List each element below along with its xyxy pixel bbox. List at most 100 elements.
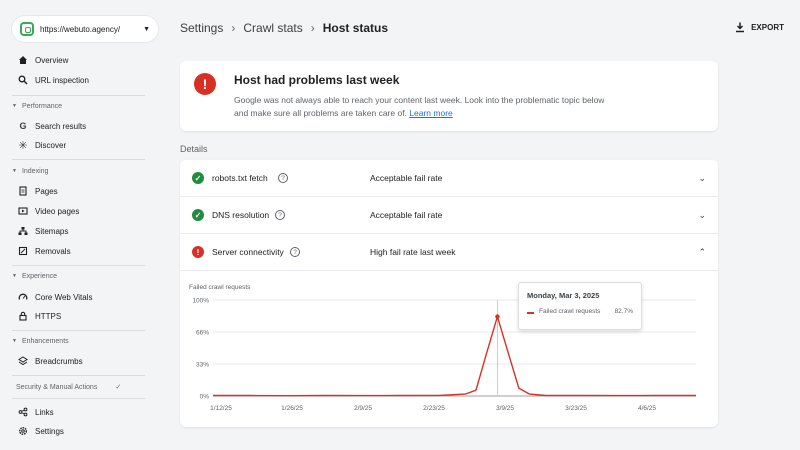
row-dns-resolution[interactable]: ✓ DNS resolution ? Acceptable fail rate …	[180, 197, 718, 234]
row-rate: Acceptable fail rate	[370, 210, 443, 220]
divider	[12, 159, 145, 160]
sidebar-item-label: Breadcrumbs	[35, 356, 83, 366]
sidebar-item-video-pages[interactable]: Video pages	[0, 202, 160, 220]
row-name: robots.txt fetch	[212, 173, 268, 183]
lock-icon	[18, 311, 28, 321]
learn-more-link[interactable]: Learn more	[409, 108, 452, 118]
section-experience[interactable]: ▼ Experience	[0, 269, 160, 283]
check-circle-icon: ✓	[192, 209, 204, 221]
sidebar-item-pages[interactable]: Pages	[0, 182, 160, 200]
home-icon	[18, 55, 28, 65]
download-icon	[736, 22, 745, 33]
error-icon: !	[194, 73, 216, 95]
section-title: Enhancements	[21, 337, 69, 345]
alert-title: Host had problems last week	[234, 73, 400, 87]
export-button[interactable]: EXPORT	[735, 22, 784, 33]
row-name: Server connectivity	[212, 247, 284, 257]
sidebar-item-https[interactable]: HTTPS	[0, 307, 160, 325]
triangle-down-icon: ▼	[12, 338, 17, 344]
sitemaps-icon	[18, 226, 28, 236]
sidebar-item-overview[interactable]: Overview	[0, 51, 160, 69]
sidebar-item-label: URL inspection	[35, 75, 89, 85]
property-url: https://webuto.agency/	[40, 24, 121, 34]
row-robots-fetch[interactable]: ✓ robots.txt fetch ? Acceptable fail rat…	[180, 160, 718, 197]
section-security[interactable]: Security & Manual Actions ✓	[0, 380, 160, 394]
section-indexing[interactable]: ▼ Indexing	[0, 164, 160, 178]
row-server-connectivity[interactable]: ! Server connectivity ? High fail rate l…	[180, 234, 718, 271]
row-rate: High fail rate last week	[370, 247, 456, 257]
section-title: Performance	[21, 102, 63, 110]
breadcrumb: Settings › Crawl stats › Host status	[180, 21, 388, 35]
details-card: ✓ robots.txt fetch ? Acceptable fail rat…	[180, 160, 718, 427]
help-icon[interactable]: ?	[275, 210, 285, 220]
sidebar-item-search-results[interactable]: G Search results	[0, 117, 160, 135]
section-performance[interactable]: ▼ Performance	[0, 99, 160, 113]
chevron-right-icon: ›	[231, 21, 236, 35]
y-tick-label: 66%	[196, 330, 209, 337]
sidebar-item-discover[interactable]: ✳ Discover	[0, 136, 160, 154]
gauge-icon	[18, 292, 28, 302]
sidebar-item-removals[interactable]: Removals	[0, 242, 160, 260]
sidebar-item-breadcrumbs[interactable]: Breadcrumbs	[0, 352, 160, 370]
removals-icon	[18, 246, 28, 256]
divider	[12, 265, 145, 266]
divider	[12, 330, 145, 331]
help-icon[interactable]: ?	[290, 247, 300, 257]
triangle-down-icon: ▼	[12, 273, 17, 279]
error-icon: !	[192, 246, 204, 258]
section-title: Security & Manual Actions	[16, 383, 98, 391]
layers-icon	[18, 356, 28, 366]
row-rate: Acceptable fail rate	[370, 173, 443, 183]
sidebar-item-links[interactable]: Links	[0, 403, 160, 421]
property-selector[interactable]: https://webuto.agency/ ▼	[12, 16, 158, 42]
sidebar-item-label: Pages	[35, 186, 58, 196]
x-tick-label: 2/9/25	[354, 405, 372, 412]
help-icon[interactable]: ?	[278, 173, 288, 183]
highlight-point	[495, 314, 500, 319]
x-tick-label: 4/6/25	[638, 405, 656, 412]
sidebar-item-url-inspection[interactable]: URL inspection	[0, 71, 160, 89]
link-icon	[18, 407, 28, 417]
sidebar-item-label: Search results	[35, 121, 87, 131]
sidebar-item-label: Video pages	[35, 206, 80, 216]
tooltip-series: Failed crawl requests	[539, 308, 601, 315]
check-circle-icon: ✓	[192, 172, 204, 184]
page-title: Host status	[322, 21, 389, 35]
sidebar-item-core-web-vitals[interactable]: Core Web Vitals	[0, 288, 160, 306]
tooltip-date: Monday, Mar 3, 2025	[527, 291, 600, 300]
video-pages-icon	[18, 206, 28, 216]
divider	[12, 398, 145, 399]
x-tick-label: 1/26/25	[281, 405, 303, 412]
y-tick-label: 33%	[196, 362, 209, 369]
chart-tooltip: Monday, Mar 3, 2025 Failed crawl request…	[518, 282, 642, 330]
tooltip-value: 82.7%	[614, 308, 633, 315]
sidebar-item-settings[interactable]: Settings	[0, 422, 160, 440]
chevron-down-icon[interactable]: ⌄	[698, 173, 706, 184]
sidebar-item-label: Settings	[35, 426, 64, 436]
chevron-right-icon: ✓	[115, 384, 122, 391]
section-title: Experience	[21, 272, 57, 280]
sidebar-item-sitemaps[interactable]: Sitemaps	[0, 222, 160, 240]
details-label: Details	[180, 144, 208, 154]
row-name: DNS resolution	[212, 210, 270, 220]
pages-icon	[18, 186, 28, 196]
breadcrumb-crawl-stats[interactable]: Crawl stats	[243, 21, 302, 35]
divider	[12, 375, 145, 376]
x-tick-label: 3/9/25	[496, 405, 514, 412]
property-logo-icon	[20, 22, 34, 36]
breadcrumb-settings[interactable]: Settings	[180, 21, 223, 35]
triangle-down-icon: ▼	[12, 168, 17, 174]
chevron-down-icon[interactable]: ⌄	[698, 210, 706, 221]
x-tick-label: 3/23/25	[565, 405, 587, 412]
caret-down-icon: ▼	[143, 25, 150, 33]
header: Settings › Crawl stats › Host status EXP…	[160, 0, 800, 56]
section-enhancements[interactable]: ▼ Enhancements	[0, 334, 160, 348]
alert-card: ! Host had problems last week Google was…	[180, 61, 718, 131]
tooltip-swatch	[527, 312, 534, 314]
gear-icon	[18, 426, 28, 436]
google-g-icon: G	[19, 121, 27, 131]
sidebar-item-label: Links	[35, 407, 54, 417]
chevron-up-icon[interactable]: ⌃	[698, 247, 706, 258]
alert-text: Google was not always able to reach your…	[234, 94, 614, 120]
export-label: EXPORT	[751, 23, 784, 32]
